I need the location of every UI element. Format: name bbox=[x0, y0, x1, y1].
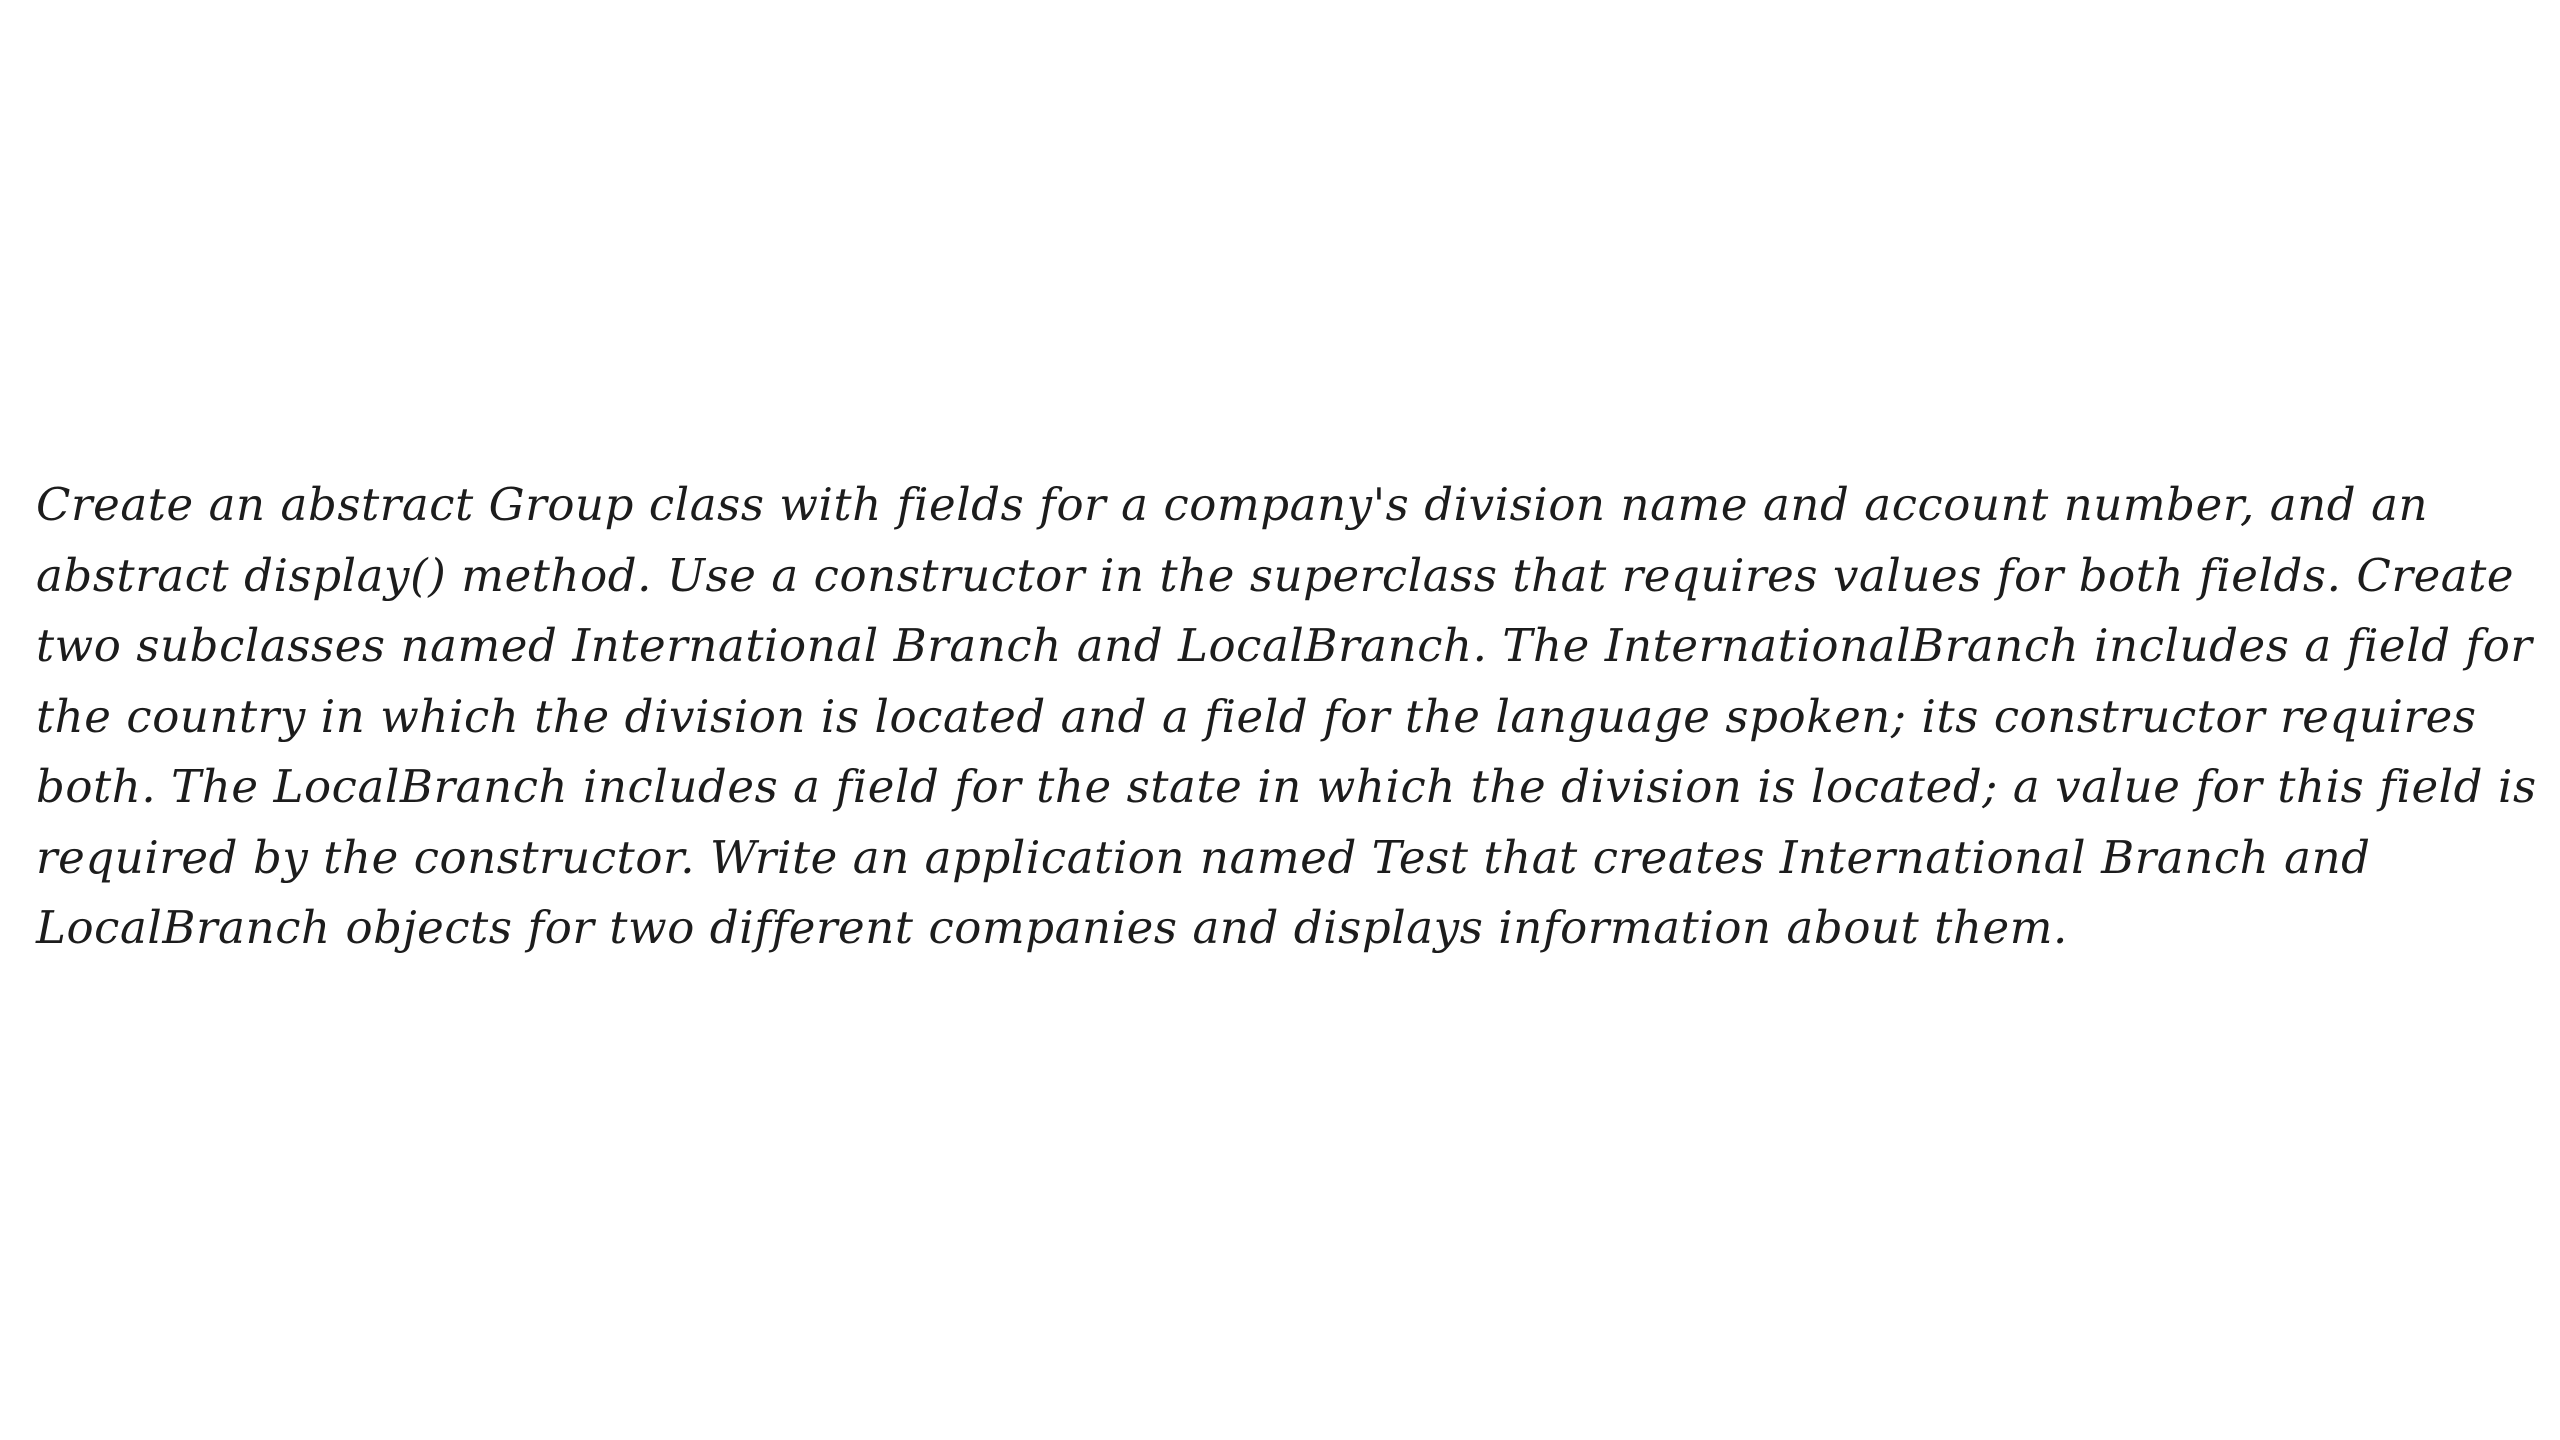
paragraph-line-3: two subclasses named International Branc… bbox=[36, 619, 2533, 672]
paragraph-line-6: required by the constructor. Write an ap… bbox=[36, 830, 2371, 884]
page: Create an abstract Group class with fiel… bbox=[0, 0, 2560, 1440]
paragraph-line-2: abstract display() method. Use a constru… bbox=[36, 548, 2515, 602]
paragraph-line-7: LocalBranch objects for two different co… bbox=[36, 901, 2068, 954]
paragraph-line-1: Create an abstract Group class with fiel… bbox=[36, 478, 2429, 531]
paragraph-line-5: both. The LocalBranch includes a field f… bbox=[36, 760, 2537, 813]
paragraph-line-4: the country in which the division is loc… bbox=[36, 689, 2477, 743]
exercise-paragraph: Create an abstract Group class with fiel… bbox=[36, 470, 2536, 964]
